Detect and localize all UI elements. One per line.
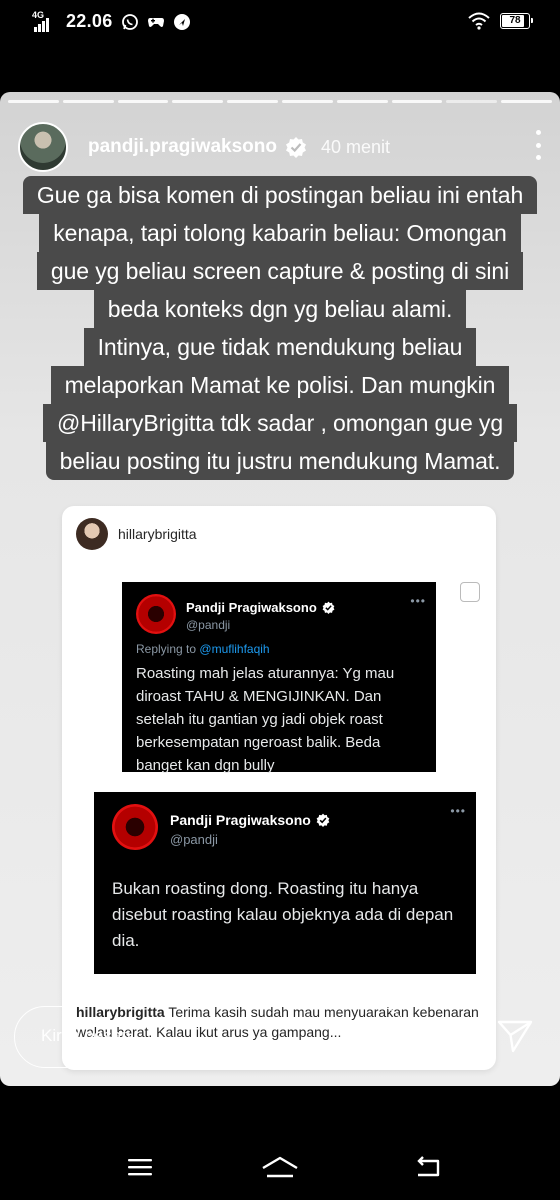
tweet-handle: @pandji bbox=[170, 832, 218, 847]
battery-icon: 78 bbox=[500, 13, 533, 29]
tweet-handle: @pandji bbox=[186, 618, 231, 632]
progress-segment bbox=[336, 100, 388, 103]
story-header: pandji.pragiwaksono 40 menit bbox=[18, 120, 542, 174]
progress-segment bbox=[117, 100, 169, 103]
story-timestamp: 40 menit bbox=[320, 136, 391, 157]
progress-segment bbox=[391, 100, 443, 103]
progress-segment bbox=[172, 100, 224, 103]
post-header: hillarybrigitta bbox=[76, 518, 197, 550]
tweet-replying-to: Replying to @muflihfaqih bbox=[136, 642, 270, 656]
battery-level: 78 bbox=[509, 15, 521, 26]
home-icon[interactable] bbox=[260, 1154, 300, 1180]
progress-segment bbox=[446, 100, 498, 103]
tweet-avatar bbox=[136, 594, 176, 634]
caption-line: @HillaryBrigitta tdk sadar , omongan gue… bbox=[42, 404, 518, 442]
verified-badge-icon bbox=[285, 136, 307, 158]
clock: 22.06 bbox=[66, 11, 113, 31]
caption-line: beliau posting itu justru mendukung Mama… bbox=[45, 442, 515, 480]
tweet-card: Pandji Pragiwaksono @pandji ••• Bukan ro… bbox=[94, 792, 476, 974]
caption-line: kenapa, tapi tolong kabarin beliau: Omon… bbox=[39, 214, 521, 252]
story-username[interactable]: pandji.pragiwaksono bbox=[88, 136, 277, 158]
progress-segment bbox=[281, 100, 333, 103]
signal-icon: 4G bbox=[32, 10, 58, 32]
post-username: hillarybrigitta bbox=[118, 526, 197, 542]
tweet-text: Roasting mah jelas aturannya: Yg mau dir… bbox=[136, 665, 395, 774]
tweet-card: Pandji Pragiwaksono @pandji ••• Replying… bbox=[122, 582, 436, 774]
avatar[interactable] bbox=[18, 122, 68, 172]
phone-screen: 4G 22.06 78 pandji.pragiwaksono 40 menit… bbox=[0, 0, 560, 1200]
tweet-author-name: Pandji Pragiwaksono bbox=[186, 600, 317, 615]
status-right: 78 bbox=[468, 12, 533, 30]
wifi-icon bbox=[468, 12, 490, 30]
select-checkbox-icon bbox=[460, 582, 480, 602]
back-icon[interactable] bbox=[408, 1154, 448, 1180]
status-left: 4G 22.06 bbox=[32, 10, 191, 32]
story-card[interactable]: pandji.pragiwaksono 40 menit Gue ga bisa… bbox=[0, 92, 560, 1086]
progress-segment bbox=[8, 100, 59, 103]
caption-line: Gue ga bisa komen di postingan beliau in… bbox=[22, 176, 538, 214]
tweet-text: Bukan roasting dong. Roasting itu hanya … bbox=[112, 879, 454, 950]
post-avatar bbox=[76, 518, 108, 550]
caption-line: gue yg beliau screen capture & posting d… bbox=[36, 252, 524, 290]
progress-segment bbox=[227, 100, 278, 103]
tweet-author-name: Pandji Pragiwaksono bbox=[170, 812, 311, 828]
embedded-post[interactable]: hillarybrigitta Pandji Pragiwaksono @pan… bbox=[62, 506, 496, 1070]
progress-segment bbox=[501, 100, 552, 103]
status-bar: 4G 22.06 78 bbox=[0, 0, 560, 44]
message-placeholder: Kirim pesan bbox=[41, 1026, 131, 1045]
story-progress bbox=[8, 100, 552, 103]
game-controller-icon bbox=[147, 14, 165, 30]
verified-badge-icon bbox=[316, 813, 330, 827]
progress-segment bbox=[62, 100, 114, 103]
menu-icon[interactable] bbox=[120, 1154, 160, 1180]
send-icon[interactable] bbox=[496, 1016, 534, 1054]
whatsapp-icon bbox=[121, 13, 139, 31]
tweet-author: Pandji Pragiwaksono bbox=[186, 600, 335, 615]
caption-line: beda konteks dgn yg beliau alami. bbox=[93, 290, 467, 328]
replying-prefix: Replying to bbox=[136, 642, 197, 656]
heart-icon[interactable] bbox=[434, 1018, 472, 1054]
navigation-bar bbox=[0, 1130, 560, 1200]
tweet-avatar bbox=[112, 804, 158, 850]
message-input[interactable]: Kirim pesan bbox=[14, 1006, 408, 1068]
tweet-more-icon: ••• bbox=[450, 804, 466, 818]
caption-line: melaporkan Mamat ke polisi. Dan mungkin bbox=[50, 366, 510, 404]
more-options-icon[interactable] bbox=[534, 130, 542, 160]
story-caption: Gue ga bisa komen di postingan beliau in… bbox=[0, 176, 560, 480]
location-icon bbox=[173, 13, 191, 31]
tweet-author: Pandji Pragiwaksono bbox=[170, 812, 330, 828]
replying-handle: @muflihfaqih bbox=[199, 642, 270, 656]
caption-line: Intinya, gue tidak mendukung beliau bbox=[83, 328, 477, 366]
tweet-more-icon: ••• bbox=[410, 594, 426, 608]
verified-badge-icon bbox=[322, 601, 335, 614]
